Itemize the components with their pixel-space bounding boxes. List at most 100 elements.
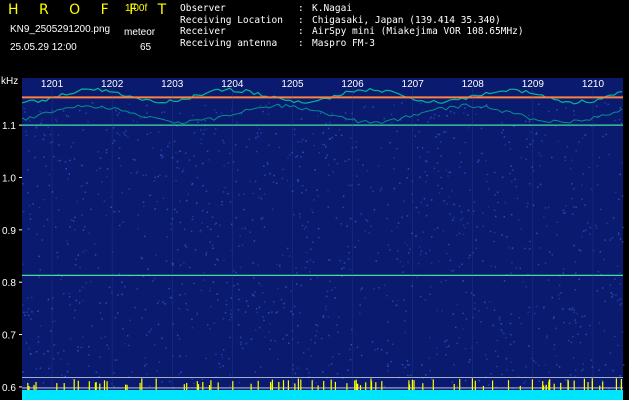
info-row-observer: Observer: K.Nagai bbox=[180, 3, 524, 15]
noise-speck bbox=[539, 247, 541, 249]
noise-speck bbox=[131, 371, 134, 373]
noise-speck bbox=[487, 384, 490, 386]
noise-speck bbox=[342, 195, 345, 198]
noise-speck bbox=[262, 110, 264, 113]
noise-speck bbox=[27, 169, 29, 171]
noise-speck bbox=[88, 346, 90, 348]
noise-speck bbox=[60, 358, 62, 360]
noise-speck bbox=[496, 191, 499, 193]
noise-speck bbox=[514, 178, 516, 181]
noise-speck bbox=[160, 154, 163, 156]
meteor-label: meteor bbox=[124, 27, 156, 38]
noise-speck bbox=[223, 259, 225, 262]
noise-speck bbox=[229, 319, 231, 321]
noise-speck bbox=[304, 266, 307, 269]
noise-speck bbox=[39, 367, 42, 369]
noise-speck bbox=[406, 360, 409, 362]
noise-speck bbox=[456, 342, 458, 344]
noise-speck bbox=[114, 359, 116, 361]
noise-speck bbox=[52, 320, 54, 323]
app-title: H R O F F T bbox=[8, 2, 175, 18]
noise-speck bbox=[354, 220, 357, 223]
noise-speck bbox=[325, 146, 327, 148]
noise-speck bbox=[268, 331, 270, 333]
noise-speck bbox=[28, 308, 30, 310]
noise-speck bbox=[612, 217, 615, 219]
noise-speck bbox=[158, 131, 160, 134]
noise-speck bbox=[589, 226, 592, 229]
noise-speck bbox=[241, 228, 243, 230]
noise-speck bbox=[99, 311, 102, 314]
noise-speck bbox=[397, 222, 400, 224]
noise-speck bbox=[404, 241, 406, 244]
noise-speck bbox=[555, 355, 558, 357]
noise-speck bbox=[156, 370, 158, 372]
noise-speck bbox=[184, 293, 186, 295]
noise-speck bbox=[275, 182, 278, 184]
noise-speck bbox=[196, 176, 199, 179]
noise-speck bbox=[320, 112, 322, 114]
noise-speck bbox=[511, 180, 513, 183]
noise-speck bbox=[256, 311, 259, 314]
noise-speck bbox=[551, 296, 553, 299]
noise-speck bbox=[602, 135, 604, 138]
noise-speck bbox=[174, 208, 176, 211]
noise-speck bbox=[327, 190, 329, 192]
noise-speck bbox=[326, 154, 328, 157]
noise-speck bbox=[153, 180, 156, 182]
noise-speck bbox=[193, 282, 195, 285]
noise-speck bbox=[535, 133, 537, 135]
noise-speck bbox=[380, 348, 383, 351]
info-row-receiver: Receiver: AirSpy mini (Miakejima VOR 108.… bbox=[180, 26, 524, 38]
noise-speck bbox=[440, 187, 443, 190]
noise-speck bbox=[440, 176, 442, 179]
noise-speck bbox=[201, 378, 203, 381]
noise-speck bbox=[471, 347, 473, 349]
noise-speck bbox=[331, 356, 334, 358]
noise-speck bbox=[595, 105, 598, 107]
noise-speck bbox=[124, 286, 126, 288]
noise-speck bbox=[239, 336, 242, 339]
noise-speck bbox=[478, 310, 480, 312]
noise-speck bbox=[237, 309, 240, 311]
noise-speck bbox=[579, 325, 582, 328]
noise-speck bbox=[206, 211, 209, 214]
noise-speck bbox=[259, 104, 262, 107]
noise-speck bbox=[286, 334, 288, 336]
noise-speck bbox=[79, 109, 81, 112]
noise-speck bbox=[137, 214, 140, 216]
noise-speck bbox=[430, 285, 432, 288]
noise-speck bbox=[614, 119, 616, 122]
noise-speck bbox=[57, 209, 60, 211]
noise-speck bbox=[98, 356, 101, 358]
noise-speck bbox=[243, 193, 245, 195]
noise-speck bbox=[603, 330, 606, 332]
noise-speck bbox=[322, 315, 325, 317]
noise-speck bbox=[178, 167, 180, 170]
noise-speck bbox=[104, 336, 107, 338]
noise-speck bbox=[349, 359, 352, 361]
noise-speck bbox=[48, 173, 51, 176]
noise-speck bbox=[581, 184, 583, 186]
noise-speck bbox=[468, 361, 470, 363]
noise-speck bbox=[337, 331, 339, 334]
noise-speck bbox=[179, 264, 182, 266]
noise-speck bbox=[144, 308, 147, 311]
info-key: Receiving antenna bbox=[180, 37, 278, 49]
noise-speck bbox=[368, 232, 370, 234]
noise-speck bbox=[294, 372, 296, 375]
noise-speck bbox=[254, 291, 257, 293]
noise-speck bbox=[210, 305, 212, 308]
noise-speck bbox=[85, 112, 87, 114]
noise-speck bbox=[589, 233, 591, 235]
noise-speck bbox=[538, 152, 540, 154]
noise-speck bbox=[31, 311, 33, 313]
noise-speck bbox=[203, 128, 206, 131]
noise-speck bbox=[476, 226, 478, 228]
noise-speck bbox=[407, 374, 409, 377]
noise-speck bbox=[113, 139, 116, 142]
noise-speck bbox=[460, 211, 463, 213]
noise-speck bbox=[464, 347, 467, 350]
noise-speck bbox=[512, 369, 514, 372]
noise-speck bbox=[248, 138, 251, 141]
